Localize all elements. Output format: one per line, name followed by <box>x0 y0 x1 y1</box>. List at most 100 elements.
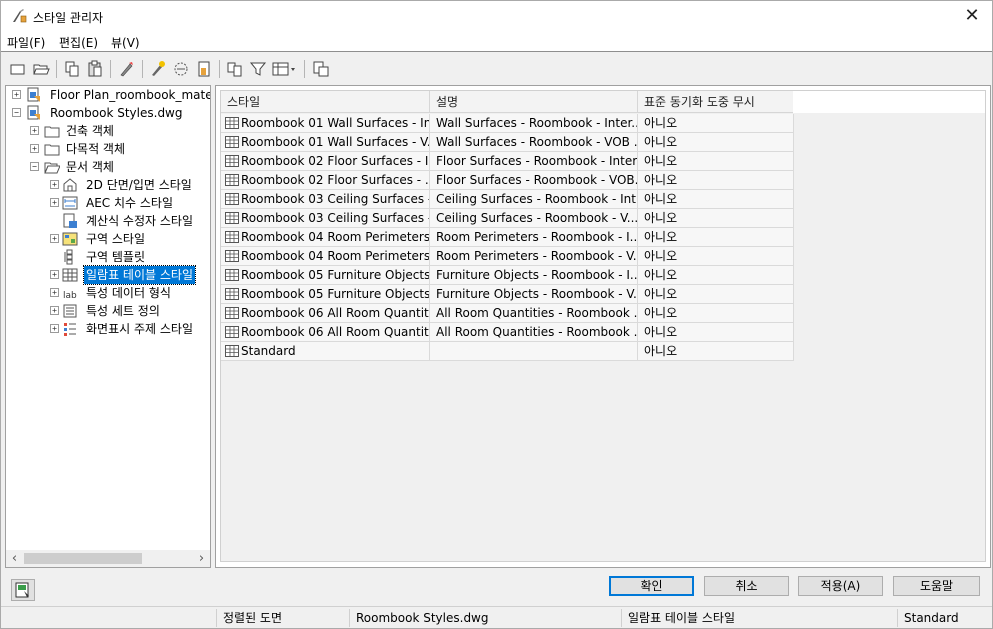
expand-toggle[interactable]: + <box>50 306 59 315</box>
style-description-cell: Wall Surfaces - Roombook - VOB ... <box>430 133 638 152</box>
tree-node-label: Roombook Styles.dwg <box>50 106 183 120</box>
expand-toggle[interactable]: + <box>50 198 59 207</box>
ignore-sync-cell[interactable]: 아니오 <box>638 266 794 285</box>
property-set-icon <box>62 303 78 319</box>
style-description-cell: Furniture Objects - Roombook - V... <box>430 285 638 304</box>
tree-node-label: 계산식 수정자 스타일 <box>86 214 193 228</box>
style-description-cell: Room Perimeters - Roombook - I... <box>430 228 638 247</box>
style-description-cell: Floor Surfaces - Roombook - VOB... <box>430 171 638 190</box>
expand-toggle[interactable]: + <box>12 90 21 99</box>
status-bar: 정렬된 도면 Roombook Styles.dwg 일람표 테이블 스타일 S… <box>1 606 992 628</box>
toggle-view-icon[interactable] <box>312 60 330 78</box>
ignore-sync-cell[interactable]: 아니오 <box>638 285 794 304</box>
column-header-ignore-sync[interactable]: 표준 동기화 도중 무시 <box>638 91 794 113</box>
folder-open-icon <box>44 159 61 175</box>
ignore-sync-cell[interactable]: 아니오 <box>638 152 794 171</box>
paste-icon[interactable] <box>86 60 104 78</box>
scroll-thumb[interactable] <box>24 553 142 564</box>
schedule-table-icon <box>225 268 239 282</box>
apply-button[interactable]: 적용(A) <box>798 576 883 596</box>
zone-icon <box>62 231 78 247</box>
new-drawing-icon[interactable] <box>9 60 27 78</box>
style-name: Roombook 03 Ceiling Surfaces -... <box>241 192 430 206</box>
style-name-cell: Roombook 01 Wall Surfaces - In... <box>221 114 430 133</box>
ignore-sync-cell[interactable]: 아니오 <box>638 323 794 342</box>
style-name: Roombook 02 Floor Surfaces - ... <box>241 173 430 187</box>
set-from-icon[interactable] <box>172 60 190 78</box>
style-description-cell <box>430 342 638 361</box>
open-drawing-icon[interactable] <box>32 60 50 78</box>
help-button[interactable]: 도움말 <box>893 576 980 596</box>
ignore-sync-cell[interactable]: 아니오 <box>638 190 794 209</box>
schedule-table-icon <box>225 344 239 358</box>
purge-icon[interactable] <box>118 60 136 78</box>
style-name: Roombook 01 Wall Surfaces - In... <box>241 116 430 130</box>
calc-modifier-icon <box>62 213 78 229</box>
new-style-icon[interactable] <box>149 60 167 78</box>
style-name-cell: Roombook 04 Room Perimeters... <box>221 228 430 247</box>
ok-button[interactable]: 확인 <box>609 576 694 596</box>
tree-node-label: AEC 치수 스타일 <box>86 196 173 210</box>
style-name-cell: Roombook 05 Furniture Objects... <box>221 285 430 304</box>
style-preview-button[interactable] <box>11 579 35 601</box>
expand-toggle[interactable]: + <box>50 234 59 243</box>
view-toggle-icon[interactable] <box>272 60 298 78</box>
cancel-button[interactable]: 취소 <box>704 576 789 596</box>
scroll-left-button[interactable]: ‹ <box>6 550 23 567</box>
ignore-sync-cell[interactable]: 아니오 <box>638 304 794 323</box>
style-name-cell: Standard <box>221 342 430 361</box>
tree-node-label: 일람표 테이블 스타일 <box>83 265 196 285</box>
menu-edit[interactable]: 편집(E) <box>59 34 98 51</box>
collapse-toggle[interactable]: − <box>12 108 21 117</box>
style-description-cell: All Room Quantities - Roombook ... <box>430 323 638 342</box>
ignore-sync-cell[interactable]: 아니오 <box>638 114 794 133</box>
column-header-style[interactable]: 스타일 <box>221 91 430 113</box>
ignore-sync-cell[interactable]: 아니오 <box>638 247 794 266</box>
tree-horizontal-scrollbar[interactable]: ‹ › <box>6 550 210 567</box>
menu-file[interactable]: 파일(F) <box>7 34 45 51</box>
schedule-table-icon <box>225 154 239 168</box>
edit-style-icon[interactable] <box>195 60 213 78</box>
style-name: Roombook 03 Ceiling Surfaces -... <box>241 211 430 225</box>
folder-icon <box>44 141 60 157</box>
copy-icon[interactable] <box>63 60 81 78</box>
tree-node-label: 특성 데이터 형식 <box>86 286 171 300</box>
tree-node-label: 2D 단면/입면 스타일 <box>86 178 192 192</box>
style-name-cell: Roombook 03 Ceiling Surfaces -... <box>221 209 430 228</box>
style-manager-window: 스타일 관리자 ✕ 파일(F) 편집(E) 뷰(V) + Floor Plan_… <box>0 0 993 629</box>
expand-toggle[interactable]: + <box>50 288 59 297</box>
expand-toggle[interactable]: + <box>50 180 59 189</box>
style-description-cell: Ceiling Surfaces - Roombook - Int... <box>430 190 638 209</box>
folder-icon <box>44 123 60 139</box>
ignore-sync-cell[interactable]: 아니오 <box>638 171 794 190</box>
expand-toggle[interactable]: + <box>30 126 39 135</box>
schedule-table-icon <box>225 173 239 187</box>
style-name-cell: Roombook 06 All Room Quantit... <box>221 304 430 323</box>
ignore-sync-cell[interactable]: 아니오 <box>638 228 794 247</box>
sort-drawings-icon[interactable] <box>226 60 244 78</box>
expand-toggle[interactable]: + <box>50 324 59 333</box>
ignore-sync-cell[interactable]: 아니오 <box>638 133 794 152</box>
style-name: Roombook 02 Floor Surfaces - I... <box>241 154 430 168</box>
style-name: Standard <box>241 344 296 358</box>
tree-node-label: Floor Plan_roombook_materia <box>50 88 211 102</box>
style-tree: + Floor Plan_roombook_materia − Roombook… <box>5 85 211 568</box>
status-sort-mode: 정렬된 도면 <box>216 609 349 627</box>
close-button[interactable]: ✕ <box>958 3 986 29</box>
filter-icon[interactable] <box>249 60 267 78</box>
status-category: 일람표 테이블 스타일 <box>621 609 897 627</box>
menu-view[interactable]: 뷰(V) <box>111 34 140 51</box>
tree-node-label: 화면표시 주제 스타일 <box>86 322 193 336</box>
expand-toggle[interactable]: + <box>50 270 59 279</box>
style-name: Roombook 04 Room Perimeters... <box>241 230 430 244</box>
ignore-sync-cell[interactable]: 아니오 <box>638 209 794 228</box>
style-name: Roombook 05 Furniture Objects... <box>241 268 430 282</box>
collapse-toggle[interactable]: − <box>30 162 39 171</box>
expand-toggle[interactable]: + <box>30 144 39 153</box>
title-bar: 스타일 관리자 ✕ <box>1 1 992 32</box>
schedule-table-icon <box>225 116 239 130</box>
ignore-sync-cell[interactable]: 아니오 <box>638 342 794 361</box>
scroll-right-button[interactable]: › <box>193 550 210 567</box>
style-name-cell: Roombook 02 Floor Surfaces - I... <box>221 152 430 171</box>
column-header-description[interactable]: 설명 <box>430 91 638 113</box>
